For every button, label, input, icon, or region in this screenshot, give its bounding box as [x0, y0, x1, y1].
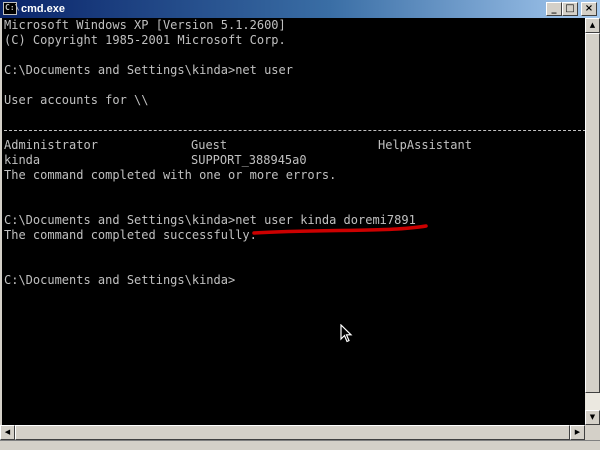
- user-account-entry: Administrator: [4, 138, 98, 152]
- console-line: The command completed with one or more e…: [4, 168, 337, 182]
- maximize-button[interactable]: □: [562, 2, 578, 16]
- horizontal-scroll-thumb[interactable]: [15, 425, 570, 440]
- mouse-pointer-icon: [340, 324, 353, 343]
- horizontal-scrollbar[interactable]: ◀ ▶: [0, 425, 585, 440]
- user-account-entry: HelpAssistant: [378, 138, 472, 152]
- close-icon: ×: [584, 3, 594, 14]
- title-bar[interactable]: C:\ cmd.exe _ □ ×: [0, 0, 600, 18]
- console-line: User accounts for \\: [4, 93, 149, 107]
- scroll-down-button[interactable]: ▼: [585, 410, 600, 425]
- console-prompt: C:\Documents and Settings\kinda>: [4, 273, 236, 287]
- console-line: C:\Documents and Settings\kinda>net user…: [4, 213, 416, 227]
- console-line: The command completed successfully.: [4, 228, 257, 242]
- minimize-button[interactable]: _: [546, 2, 562, 16]
- arrow-down-icon: ▼: [589, 413, 596, 421]
- console-app-icon[interactable]: C:\: [3, 2, 19, 15]
- dashed-separator: [4, 130, 586, 131]
- arrow-right-icon: ▶: [574, 428, 581, 436]
- window-title: cmd.exe: [21, 3, 66, 15]
- user-account-entry: kinda: [4, 153, 41, 167]
- minimize-icon: _: [551, 3, 557, 14]
- maximize-icon: □: [565, 3, 575, 14]
- cmd-window: C:\ cmd.exe _ □ × Microsoft Windows XP […: [0, 0, 600, 450]
- vertical-scrollbar[interactable]: ▲ ▼: [585, 18, 600, 425]
- console-line: (C) Copyright 1985-2001 Microsoft Corp.: [4, 33, 286, 47]
- scroll-up-button[interactable]: ▲: [585, 18, 600, 33]
- scroll-right-button[interactable]: ▶: [570, 425, 585, 440]
- window-bottom-frame: [0, 440, 600, 450]
- user-account-entry: SUPPORT_388945a0: [191, 153, 307, 167]
- vertical-scroll-thumb[interactable]: [585, 33, 600, 393]
- arrow-up-icon: ▲: [589, 21, 596, 29]
- arrow-left-icon: ◀: [4, 428, 11, 436]
- console-line: Microsoft Windows XP [Version 5.1.2600]: [4, 18, 286, 32]
- scrollbar-corner: [585, 425, 600, 440]
- close-button[interactable]: ×: [581, 2, 597, 16]
- console-output[interactable]: Microsoft Windows XP [Version 5.1.2600] …: [0, 18, 586, 425]
- scroll-left-button[interactable]: ◀: [0, 425, 15, 440]
- console-line: C:\Documents and Settings\kinda>net user: [4, 63, 293, 77]
- user-account-entry: Guest: [191, 138, 228, 152]
